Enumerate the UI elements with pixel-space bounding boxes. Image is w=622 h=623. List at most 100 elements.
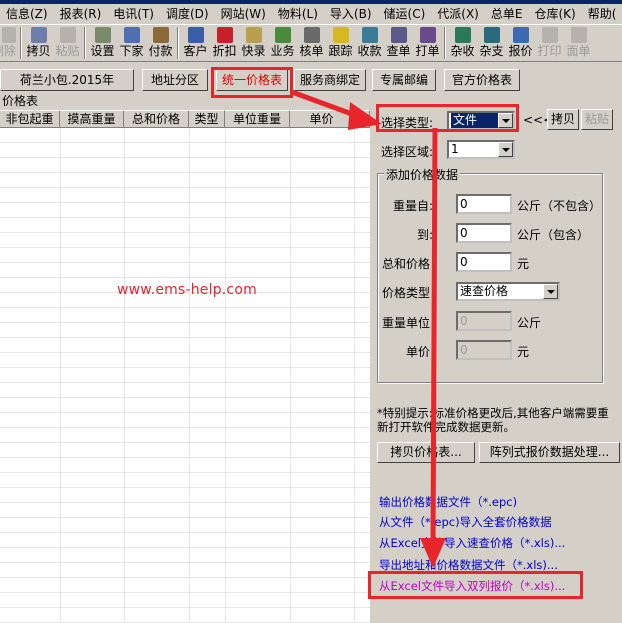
- menu-help[interactable]: 帮助(: [582, 4, 622, 24]
- grid-line: [225, 128, 226, 623]
- copy-price-table-button[interactable]: 拷贝价格表...: [377, 442, 475, 463]
- watermark: www.ems-help.com: [117, 282, 257, 298]
- receive-button[interactable]: 收款: [355, 25, 384, 61]
- unit-price-unit: 元: [517, 345, 530, 359]
- weight-from-input[interactable]: 0: [456, 194, 512, 214]
- tab-provider-binding[interactable]: 服务商绑定: [294, 69, 366, 91]
- delete-button[interactable]: 删除: [0, 25, 18, 61]
- toolbar-separator: [84, 27, 86, 59]
- chevron-down-icon[interactable]: [543, 284, 558, 299]
- import-epc-link[interactable]: 从文件（*.epc)导入全套价格数据: [379, 514, 552, 530]
- menu-material[interactable]: 物料(L): [272, 4, 324, 24]
- column-header[interactable]: 摸高重量: [60, 110, 124, 127]
- waybill-button[interactable]: 面单: [564, 25, 593, 61]
- tab-netherlands-parcel[interactable]: 荷兰小包.2015年: [0, 69, 134, 91]
- print-button[interactable]: 打印: [535, 25, 564, 61]
- group-title: 添加价格数据: [384, 166, 461, 183]
- copy-button[interactable]: 拷贝: [24, 25, 53, 61]
- import-dual-column-link[interactable]: 从Excel文件导入双列报价（*.xls)...: [379, 578, 565, 594]
- export-epc-link[interactable]: 输出价格数据文件（*.epc): [379, 494, 517, 510]
- misc-receive-icon: [454, 27, 471, 43]
- menu-import[interactable]: 导入(B): [324, 4, 378, 24]
- menu-dispatch[interactable]: 调度(D): [160, 4, 215, 24]
- price-settings-panel: 选择类型: 文件 <<< 拷贝 粘贴 选择区域: 1 添加价格数据 重量自: 0…: [368, 96, 622, 623]
- update-note: *特别提示:标准价格更改后,其他客户端需要重新打开软件完成数据更新。: [377, 406, 609, 434]
- select-type-dropdown[interactable]: 文件: [447, 111, 515, 130]
- select-zone-value: 1: [451, 142, 459, 156]
- total-price-unit: 元: [517, 257, 530, 271]
- payment-button[interactable]: 付款: [146, 25, 175, 61]
- column-header[interactable]: 类型: [189, 110, 225, 127]
- menu-logistics[interactable]: 储运(C): [378, 4, 432, 24]
- paste-button[interactable]: 粘贴: [581, 109, 613, 130]
- unit-weight-label: 重量单位: [382, 316, 431, 330]
- copy-button[interactable]: 拷贝: [547, 109, 579, 130]
- print-icon: [541, 27, 558, 43]
- weight-to-unit: 公斤（包含）: [517, 228, 590, 242]
- select-zone-dropdown[interactable]: 1: [447, 140, 515, 159]
- tab-exclusive-postcode[interactable]: 专属邮编: [372, 69, 436, 91]
- tab-bar: 荷兰小包.2015年 地址分区 统一价格表 服务商绑定 专属邮编 官方价格表: [0, 69, 622, 93]
- search-icon: [390, 27, 407, 43]
- menu-info[interactable]: 信息(Z): [0, 4, 54, 24]
- quick-entry-button[interactable]: 快录: [239, 25, 268, 61]
- export-address-price-link[interactable]: 导出地址和价格数据文件（*.xls)...: [379, 557, 558, 573]
- customer-button[interactable]: 客户: [181, 25, 210, 61]
- column-header[interactable]: 单位重量: [225, 110, 290, 127]
- price-table[interactable]: 非包起重 摸高重量 总和价格 类型 单位重量 单价: [0, 110, 370, 623]
- matrix-quote-button[interactable]: 阵列式报价数据处理...: [479, 442, 620, 463]
- tab-official-price[interactable]: 官方价格表: [444, 69, 520, 91]
- tab-address-zones[interactable]: 地址分区: [142, 69, 208, 91]
- menu-master[interactable]: 总单E: [485, 4, 529, 24]
- copy-icon: [30, 27, 47, 43]
- table-header: 非包起重 摸高重量 总和价格 类型 单位重量 单价: [0, 110, 370, 128]
- print-order-button[interactable]: 打单: [413, 25, 442, 61]
- waybill-icon: [570, 27, 587, 43]
- toolbar-separator: [444, 27, 446, 59]
- menu-website[interactable]: 网站(W): [215, 4, 272, 24]
- price-type-dropdown[interactable]: 速查价格: [456, 282, 560, 301]
- import-quick-price-link[interactable]: 从Excel文件导入速查价格（*.xls)...: [379, 535, 565, 551]
- weight-to-input[interactable]: 0: [456, 223, 512, 243]
- verify-button[interactable]: 核单: [297, 25, 326, 61]
- chevron-down-icon[interactable]: [498, 113, 513, 128]
- column-header[interactable]: 单价: [290, 110, 354, 127]
- query-button[interactable]: 查单: [384, 25, 413, 61]
- menu-telecom[interactable]: 电讯(T): [107, 4, 160, 24]
- track-button[interactable]: 跟踪: [326, 25, 355, 61]
- menu-report[interactable]: 报表(R): [54, 4, 108, 24]
- unit-price-input[interactable]: 0: [456, 340, 512, 360]
- quote-icon: [512, 27, 529, 43]
- misc-pay-button[interactable]: 杂支: [477, 25, 506, 61]
- business-button[interactable]: 业务: [268, 25, 297, 61]
- menu-bar: 信息(Z) 报表(R) 电讯(T) 调度(D) 网站(W) 物料(L) 导入(B…: [0, 4, 622, 24]
- menu-warehouse[interactable]: 仓库(K): [528, 4, 581, 24]
- settings-button[interactable]: 设置: [88, 25, 117, 61]
- unit-weight-unit: 公斤: [517, 316, 542, 330]
- column-header: [354, 110, 370, 127]
- discount-button[interactable]: 折扣: [210, 25, 239, 61]
- chevron-down-icon[interactable]: [498, 142, 513, 157]
- toolbar-separator: [177, 27, 179, 59]
- unit-weight-input[interactable]: 0: [456, 311, 512, 331]
- warning-icon: [332, 27, 349, 43]
- paste-icon: [59, 27, 76, 43]
- eye-icon: [303, 27, 320, 43]
- column-header[interactable]: 非包起重: [0, 110, 60, 127]
- order-button[interactable]: 下家: [117, 25, 146, 61]
- table-body[interactable]: [0, 128, 370, 623]
- heart-icon: [216, 27, 233, 43]
- misc-receive-button[interactable]: 杂收: [448, 25, 477, 61]
- quote-button[interactable]: 报价: [506, 25, 535, 61]
- printer-icon: [419, 27, 436, 43]
- delete-icon: [2, 27, 16, 43]
- weight-from-unit: 公斤（不包含）: [517, 199, 602, 213]
- unit-price-label: 单价: [406, 345, 431, 359]
- toolbar-separator: [20, 27, 22, 59]
- total-price-input[interactable]: 0: [456, 252, 512, 272]
- menu-agent[interactable]: 代派(X): [431, 4, 485, 24]
- tab-unified-price[interactable]: 统一价格表: [216, 69, 288, 91]
- grid-line: [354, 128, 355, 623]
- paste-button[interactable]: 粘贴: [53, 25, 82, 61]
- column-header[interactable]: 总和价格: [124, 110, 189, 127]
